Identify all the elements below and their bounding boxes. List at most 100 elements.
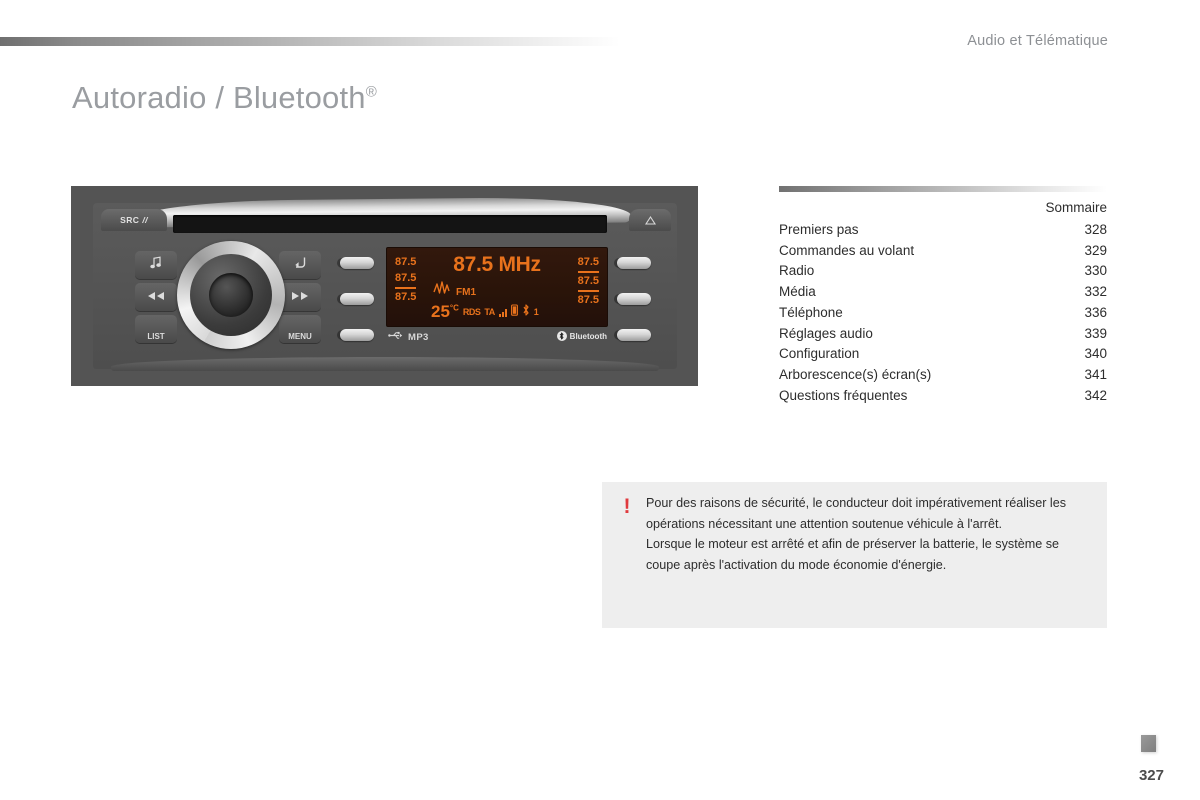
eject-button[interactable] bbox=[629, 209, 671, 231]
summary-entry-label: Arborescence(s) écran(s) bbox=[779, 366, 932, 382]
fast-forward-button[interactable] bbox=[279, 283, 321, 311]
summary-entry-label: Radio bbox=[779, 263, 815, 279]
bluetooth-brand-label: Bluetooth bbox=[556, 331, 607, 341]
page-title-text: Autoradio / Bluetooth bbox=[72, 80, 366, 115]
media-support-label: MP3 bbox=[388, 331, 429, 343]
summary-entry-label: Questions fréquentes bbox=[779, 387, 908, 403]
manual-page: Audio et Télématique Autoradio / Bluetoo… bbox=[0, 0, 1200, 800]
display-phone-index: 1 bbox=[533, 307, 539, 317]
summary-entry-questions-frequentes[interactable]: Questions fréquentes 342 bbox=[779, 386, 1107, 407]
safety-warning-paragraph-1: Pour des raisons de sécurité, le conduct… bbox=[646, 496, 1066, 531]
bluetooth-icon bbox=[556, 331, 567, 341]
safety-warning-text: Pour des raisons de sécurité, le conduct… bbox=[646, 493, 1091, 575]
power-bars-icon: // bbox=[142, 215, 148, 225]
display-band-label: FM1 bbox=[456, 287, 476, 298]
display-temperature-unit: °C bbox=[449, 303, 459, 313]
display-status-row: 25°C RDS TA 1 bbox=[431, 302, 539, 322]
summary-entry-page: 336 bbox=[1084, 304, 1107, 320]
summary-entry-page: 332 bbox=[1084, 284, 1107, 300]
display-ta-tag: TA bbox=[484, 307, 495, 317]
back-button[interactable] bbox=[279, 251, 321, 279]
chapter-tab-marker bbox=[1141, 735, 1156, 752]
display-preset-right-3: 87.5 bbox=[577, 293, 599, 306]
summary-entry-label: Commandes au volant bbox=[779, 242, 915, 258]
summary-divider-rule bbox=[779, 186, 1107, 192]
display-preset-left-1: 87.5 bbox=[395, 256, 417, 268]
rewind-icon bbox=[147, 288, 165, 306]
radio-display-screen: 87.5 MHz 87.5 87.5 87.5 87.5 87.5 87.5 F… bbox=[386, 247, 608, 327]
summary-entry-page: 328 bbox=[1084, 222, 1107, 237]
preset-button-3[interactable] bbox=[340, 329, 374, 341]
preset-button-5[interactable] bbox=[617, 293, 651, 305]
safety-warning-paragraph-2: Lorsque le moteur est arrêté et afin de … bbox=[646, 537, 1059, 572]
page-number: 327 bbox=[1138, 767, 1164, 784]
summary-entry-page: 340 bbox=[1084, 346, 1107, 362]
source-button-label: SRC bbox=[120, 215, 140, 225]
waveform-icon bbox=[433, 281, 455, 298]
display-preset-right-2: 87.5 bbox=[577, 275, 599, 292]
knob-middle-ring bbox=[190, 254, 272, 336]
summary-entry-page: 339 bbox=[1084, 325, 1107, 341]
eject-triangle-icon bbox=[644, 215, 656, 225]
summary-entry-page: 342 bbox=[1084, 387, 1107, 403]
knob-center-cap bbox=[209, 273, 253, 317]
summary-entry-reglages-audio[interactable]: Réglages audio 339 bbox=[779, 324, 1107, 345]
volume-rotary-knob[interactable] bbox=[177, 241, 285, 349]
menu-button[interactable]: MENU bbox=[279, 315, 321, 343]
cd-slot[interactable] bbox=[173, 215, 607, 233]
list-button[interactable]: LIST bbox=[135, 315, 177, 343]
signal-strength-icon bbox=[498, 308, 507, 317]
summary-entry-radio[interactable]: Radio 330 bbox=[779, 261, 1107, 282]
fast-forward-icon bbox=[291, 288, 309, 306]
radio-head-unit: SRC// LIST MENU 87.5 MHz 87.5 87.5 87.5 … bbox=[93, 196, 677, 371]
summary-entry-commandes-au-volant[interactable]: Commandes au volant 329 bbox=[779, 241, 1107, 262]
unit-bottom-lip bbox=[111, 357, 659, 371]
section-header-title: Audio et Télématique bbox=[967, 33, 1108, 49]
music-note-button[interactable] bbox=[135, 251, 177, 279]
preset-button-6[interactable] bbox=[617, 329, 651, 341]
bluetooth-wordmark: Bluetooth bbox=[569, 331, 607, 341]
summary-entry-label: Média bbox=[779, 284, 816, 300]
preset-button-4[interactable] bbox=[617, 257, 651, 269]
page-title: Autoradio / Bluetooth® bbox=[72, 80, 377, 116]
summary-entry-telephone[interactable]: Téléphone 336 bbox=[779, 303, 1107, 324]
exclamation-icon: ! bbox=[623, 495, 631, 518]
display-presets-right: 87.5 87.5 87.5 bbox=[577, 256, 599, 307]
display-preset-left-3: 87.5 bbox=[395, 290, 417, 303]
page-title-superscript: ® bbox=[365, 83, 378, 101]
bluetooth-status-icon bbox=[522, 303, 530, 321]
display-temperature-value: 25 bbox=[431, 302, 450, 321]
display-temperature: 25°C bbox=[431, 302, 459, 322]
preset-button-2[interactable] bbox=[340, 293, 374, 305]
summary-entry-configuration[interactable]: Configuration 340 bbox=[779, 344, 1107, 365]
display-presets-left: 87.5 87.5 87.5 bbox=[395, 256, 417, 304]
summary-list: Sommaire Premiers pas 328 Commandes au v… bbox=[779, 200, 1107, 406]
summary-entry-page: 329 bbox=[1084, 242, 1107, 258]
rewind-button[interactable] bbox=[135, 283, 177, 311]
list-button-label: LIST bbox=[147, 331, 165, 341]
source-button[interactable]: SRC// bbox=[101, 209, 167, 231]
summary-entry-page: 341 bbox=[1084, 366, 1107, 382]
display-frequency: 87.5 MHz bbox=[453, 253, 541, 276]
summary-entry-label: Réglages audio bbox=[779, 325, 873, 341]
summary-entry-media[interactable]: Média 332 bbox=[779, 282, 1107, 303]
header-divider-rule bbox=[0, 37, 620, 46]
phone-battery-icon bbox=[510, 303, 518, 321]
car-radio-illustration: SRC// LIST MENU 87.5 MHz 87.5 87.5 87.5 … bbox=[71, 186, 698, 386]
summary-heading: Sommaire bbox=[1045, 200, 1107, 215]
display-band-row: FM1 bbox=[433, 281, 476, 298]
display-preset-left-2: 87.5 bbox=[395, 272, 417, 289]
summary-entry-label: Premiers pas bbox=[779, 222, 859, 237]
summary-entry-page: 330 bbox=[1084, 263, 1107, 279]
menu-button-label: MENU bbox=[288, 331, 312, 341]
return-arrow-icon bbox=[293, 256, 307, 274]
summary-entry-label: Configuration bbox=[779, 346, 860, 362]
safety-warning-box: ! Pour des raisons de sécurité, le condu… bbox=[602, 482, 1107, 628]
display-preset-right-1: 87.5 bbox=[577, 256, 599, 273]
mp3-label: MP3 bbox=[408, 331, 429, 343]
preset-button-1[interactable] bbox=[340, 257, 374, 269]
summary-entry-premiers-pas[interactable]: Premiers pas 328 bbox=[779, 220, 1107, 241]
display-rds-tag: RDS bbox=[462, 307, 481, 317]
usb-icon bbox=[388, 331, 403, 343]
summary-entry-arborescence-ecrans[interactable]: Arborescence(s) écran(s) 341 bbox=[779, 365, 1107, 386]
